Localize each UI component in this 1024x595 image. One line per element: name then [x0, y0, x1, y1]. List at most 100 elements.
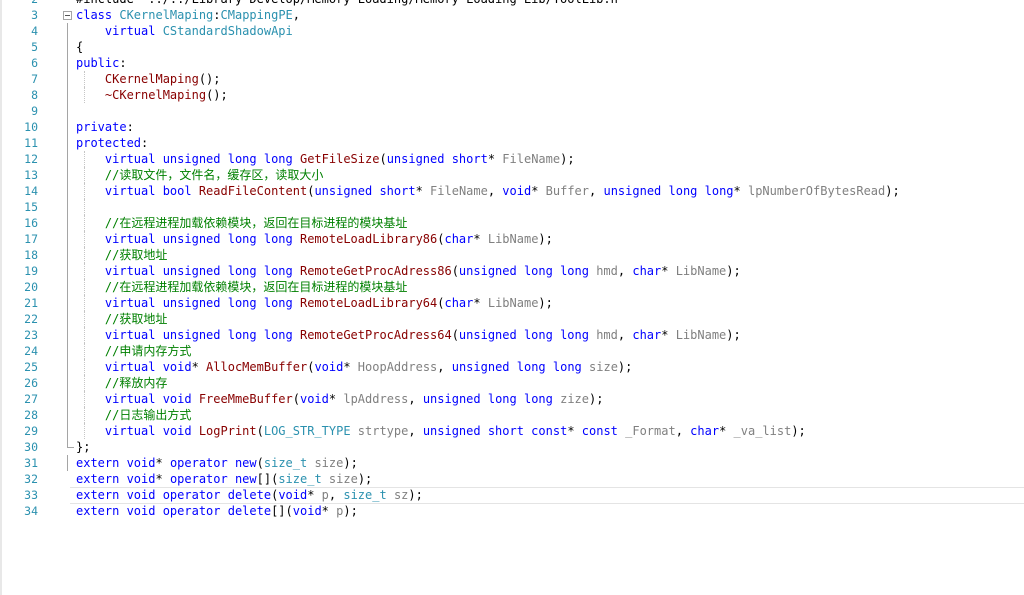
line-code[interactable]: //在远程进程加载依赖模块，返回在目标进程的模块基址 [76, 215, 407, 231]
line-code[interactable]: virtual unsigned long long RemoteGetProc… [76, 327, 741, 343]
code-line[interactable]: 7 CKernelMaping(); [0, 71, 1024, 87]
line-code[interactable]: virtual void LogPrint(LOG_STR_TYPE strty… [76, 423, 806, 439]
fold-line-marker [67, 295, 68, 311]
code-line[interactable]: 20 //在远程进程加载依赖模块，返回在目标进程的模块基址 [0, 279, 1024, 295]
code-line[interactable]: 19 virtual unsigned long long RemoteGetP… [0, 263, 1024, 279]
line-code[interactable]: { [76, 39, 83, 55]
code-line[interactable]: 22 //获取地址 [0, 311, 1024, 327]
code-line[interactable]: 5{ [0, 39, 1024, 55]
code-line[interactable]: 25 virtual void* AllocMemBuffer(void* Ho… [0, 359, 1024, 375]
line-code[interactable]: virtual unsigned long long RemoteGetProc… [76, 263, 741, 279]
code-line[interactable]: 29 virtual void LogPrint(LOG_STR_TYPE st… [0, 423, 1024, 439]
line-code[interactable]: extern void* operator new[](size_t size)… [76, 471, 372, 487]
line-number: 10 [24, 120, 38, 134]
code-token: virtual void [76, 424, 199, 438]
line-number: 11 [24, 136, 38, 150]
code-token: : [119, 56, 127, 70]
code-token: LibName [675, 264, 727, 278]
code-token: virtual void [76, 360, 192, 374]
line-code[interactable]: virtual void* AllocMemBuffer(void* HoopA… [76, 359, 632, 375]
code-token: , [617, 328, 633, 342]
code-line[interactable]: 11 protected: [0, 135, 1024, 151]
code-line[interactable]: 4 virtual CStandardShadowApi [0, 23, 1024, 39]
line-code[interactable]: virtual unsigned long long RemoteLoadLib… [76, 231, 553, 247]
code-token: * [415, 184, 431, 198]
code-line[interactable]: 33 extern void operator delete(void* p, s… [0, 487, 1024, 504]
line-code[interactable]: virtual CStandardShadowApi [76, 23, 293, 39]
code-line[interactable]: 2 #include "../../Library-Develop/Memory-… [0, 0, 1024, 7]
code-token: char [632, 328, 662, 342]
code-lines[interactable]: 2 #include "../../Library-Develop/Memory-… [0, 0, 1024, 519]
line-code[interactable]: virtual bool ReadFileContent(unsigned sh… [76, 183, 900, 199]
fold-collapse-icon[interactable] [63, 11, 72, 20]
line-code[interactable]: extern void operator delete(void* p, siz… [76, 487, 423, 503]
line-code[interactable]: public: [76, 55, 127, 71]
code-token: extern void [76, 456, 156, 470]
code-line[interactable]: 30}; [0, 439, 1024, 455]
code-token: //获取地址 [76, 312, 168, 326]
code-line[interactable]: 17 virtual unsigned long long RemoteLoad… [0, 231, 1024, 247]
code-line[interactable]: 34 extern void operator delete[](void* p)… [0, 503, 1024, 519]
code-line[interactable]: 21 virtual unsigned long long RemoteLoad… [0, 295, 1024, 311]
code-line[interactable]: 18 //获取地址 [0, 247, 1024, 263]
line-number: 7 [31, 72, 38, 86]
line-code[interactable]: //申请内存方式 [76, 343, 191, 359]
code-line[interactable]: 14 virtual bool ReadFileContent(unsigned… [0, 183, 1024, 199]
code-line[interactable]: 31 extern void* operator new(size_t size)… [0, 455, 1024, 471]
line-code[interactable]: //读取文件，文件名，缓存区，读取大小 [76, 167, 323, 183]
line-code[interactable]: virtual void FreeMmeBuffer(void* lpAddre… [76, 391, 604, 407]
code-line[interactable]: 24 //申请内存方式 [0, 343, 1024, 359]
code-line[interactable]: 28 //日志输出方式 [0, 407, 1024, 423]
code-editor[interactable]: 2 #include "../../Library-Develop/Memory-… [0, 0, 1024, 595]
line-code[interactable]: //释放内存 [76, 375, 167, 391]
code-token: ReadFileContent [198, 184, 308, 198]
code-line[interactable]: 6 public: [0, 55, 1024, 71]
line-number: 26 [24, 376, 38, 390]
code-line[interactable]: 16 //在远程进程加载依赖模块，返回在目标进程的模块基址 [0, 215, 1024, 231]
line-number: 23 [24, 328, 38, 342]
line-code[interactable]: #include "../../Library-Develop/Memory-L… [76, 0, 625, 7]
line-number: 9 [31, 104, 38, 118]
code-line[interactable]: 13 //读取文件，文件名，缓存区，读取大小 [0, 167, 1024, 183]
code-token: ( [451, 328, 459, 342]
line-number: 8 [31, 88, 38, 102]
line-code[interactable]: extern void* operator new(size_t size); [76, 455, 358, 471]
code-line[interactable]: 15 [0, 199, 1024, 215]
code-line[interactable]: 23 virtual unsigned long long RemoteGetP… [0, 327, 1024, 343]
code-token: void [299, 392, 329, 406]
code-line[interactable]: 26 //释放内存 [0, 375, 1024, 391]
code-token: ); [357, 472, 373, 486]
code-line[interactable]: 27 virtual void FreeMmeBuffer(void* lpAd… [0, 391, 1024, 407]
line-code[interactable]: }; [76, 439, 90, 455]
code-token: ); [726, 264, 741, 278]
line-code[interactable]: extern void operator delete[](void* p); [76, 503, 358, 519]
code-token: unsigned long long [451, 360, 590, 374]
line-number: 14 [24, 184, 38, 198]
line-code[interactable]: protected: [76, 135, 148, 151]
fold-line-marker [67, 215, 68, 231]
code-token: * [155, 456, 170, 470]
code-line[interactable]: 9 [0, 103, 1024, 119]
line-code[interactable]: private: [76, 119, 134, 135]
line-code[interactable]: //在远程进程加载依赖模块，返回在目标进程的模块基址 [76, 279, 407, 295]
code-token: LogPrint [198, 424, 257, 438]
line-code[interactable]: //获取地址 [76, 311, 167, 327]
code-token: //释放内存 [76, 376, 168, 390]
line-code[interactable]: CKernelMaping(); [76, 71, 221, 87]
code-token: //日志输出方式 [76, 408, 192, 422]
code-line[interactable]: 12 virtual unsigned long long GetFileSiz… [0, 151, 1024, 167]
code-line[interactable]: 3 class CKernelMaping:CMappingPE, [0, 7, 1024, 23]
line-code[interactable]: virtual unsigned long long GetFileSize(u… [76, 151, 575, 167]
fold-line-marker [67, 311, 68, 327]
code-line[interactable]: 32 extern void* operator new[](size_t siz… [0, 471, 1024, 487]
code-line[interactable]: 8 ~CKernelMaping(); [0, 87, 1024, 103]
code-token: LibName [675, 328, 727, 342]
line-code[interactable]: //日志输出方式 [76, 407, 191, 423]
line-code[interactable]: class CKernelMaping:CMappingPE, [76, 7, 300, 23]
line-code[interactable]: //获取地址 [76, 247, 167, 263]
code-token: , [328, 488, 344, 502]
code-line[interactable]: 10 private: [0, 119, 1024, 135]
line-code[interactable]: ~CKernelMaping(); [76, 87, 228, 103]
line-code[interactable]: virtual unsigned long long RemoteLoadLib… [76, 295, 553, 311]
